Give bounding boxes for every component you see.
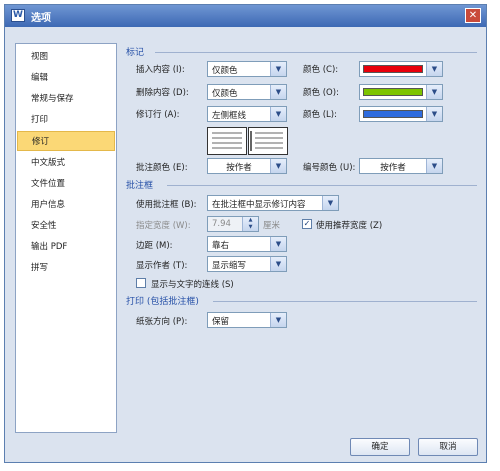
- section-divider: [213, 301, 477, 302]
- sidebar-item-export-pdf[interactable]: 输出 PDF: [17, 237, 115, 257]
- track-changes-panel: 标记 插入内容 (I): 仅颜色 ▼ 颜色 (C): ▼ 删除内容 (D): 仅…: [121, 43, 481, 433]
- delete-label: 删除内容 (D):: [136, 88, 189, 98]
- margin-value: 靠右: [212, 241, 230, 251]
- insert-color-label: 颜色 (C):: [303, 65, 339, 75]
- chevron-down-icon: ▼: [322, 196, 338, 210]
- chevron-down-icon: ▼: [426, 107, 442, 121]
- section-title-marks: 标记: [126, 48, 145, 58]
- show-author-select[interactable]: 显示缩写 ▼: [207, 256, 287, 272]
- orientation-select[interactable]: 保留 ▼: [207, 312, 287, 328]
- recommended-width-checkbox[interactable]: ✓: [302, 219, 312, 229]
- chevron-down-icon: ▼: [270, 257, 286, 271]
- color-swatch: [363, 88, 423, 96]
- sidebar-item-spelling[interactable]: 拼写: [17, 258, 115, 278]
- preview-lines: [212, 132, 242, 149]
- format-select[interactable]: 左侧框线 ▼: [207, 106, 287, 122]
- sidebar-item-user-info[interactable]: 用户信息: [17, 195, 115, 215]
- chevron-down-icon: ▼: [426, 62, 442, 76]
- chevron-down-icon: ▼: [426, 85, 442, 99]
- format-color-label: 颜色 (L):: [303, 110, 337, 120]
- chevron-down-icon: ▼: [270, 159, 286, 173]
- width-label: 指定宽度 (W):: [136, 221, 191, 231]
- sidebar-item-view[interactable]: 视图: [17, 47, 115, 67]
- color-swatch: [363, 110, 423, 118]
- recommended-width-label: 使用推荐宽度 (Z): [316, 221, 383, 231]
- sidebar-item-general-save[interactable]: 常规与保存: [17, 89, 115, 109]
- insert-label: 插入内容 (I):: [136, 65, 185, 75]
- chevron-down-icon: ▼: [270, 237, 286, 251]
- chevron-down-icon: ▼: [270, 85, 286, 99]
- show-lines-label: 显示与文字的连线 (S): [151, 280, 234, 290]
- sidebar-item-file-locations[interactable]: 文件位置: [17, 174, 115, 194]
- margin-label: 边距 (M):: [136, 241, 173, 251]
- section-title-balloons: 批注框: [126, 181, 154, 191]
- comment-color-value: 按作者: [226, 163, 252, 173]
- number-color-select[interactable]: 按作者 ▼: [359, 158, 443, 174]
- chevron-down-icon: ▼: [426, 159, 442, 173]
- number-color-value: 按作者: [380, 163, 406, 173]
- use-balloons-select[interactable]: 在批注框中显示修订内容 ▼: [207, 195, 339, 211]
- use-balloons-label: 使用批注框 (B):: [136, 200, 197, 210]
- chevron-down-icon: ▼: [270, 107, 286, 121]
- sidebar-item-security[interactable]: 安全性: [17, 216, 115, 236]
- sidebar-item-edit[interactable]: 编辑: [17, 68, 115, 88]
- preview-left-page: [207, 127, 247, 155]
- delete-select-value: 仅颜色: [212, 89, 238, 99]
- preview-right-page: [248, 127, 288, 155]
- show-author-value: 显示缩写: [212, 261, 247, 271]
- close-button[interactable]: ✕: [465, 8, 481, 23]
- sidebar-item-print[interactable]: 打印: [17, 110, 115, 130]
- chevron-down-icon: ▼: [270, 313, 286, 327]
- margin-select[interactable]: 靠右 ▼: [207, 236, 287, 252]
- width-unit-label: 厘米: [263, 221, 281, 231]
- close-icon: ✕: [468, 10, 478, 21]
- width-value: 7.94: [212, 219, 231, 229]
- show-author-label: 显示作者 (T):: [136, 261, 188, 271]
- show-lines-checkbox[interactable]: [136, 278, 146, 288]
- chevron-down-icon: ▼: [270, 62, 286, 76]
- cancel-button[interactable]: 取消: [418, 438, 478, 456]
- comment-color-label: 批注颜色 (E):: [136, 163, 188, 173]
- section-divider: [155, 52, 477, 53]
- number-color-label: 编号颜色 (U):: [303, 163, 356, 173]
- width-spinner[interactable]: 7.94 ▲ ▼: [207, 216, 259, 232]
- format-color-select[interactable]: ▼: [359, 106, 443, 122]
- format-select-value: 左侧框线: [212, 111, 247, 121]
- title-bar[interactable]: W 选项 ✕: [5, 5, 486, 27]
- checkmark-icon: ✓: [303, 219, 311, 228]
- orientation-label: 纸张方向 (P):: [136, 317, 188, 327]
- delete-select[interactable]: 仅颜色 ▼: [207, 84, 287, 100]
- sidebar: 视图 编辑 常规与保存 打印 修订 中文版式 文件位置 用户信息 安全性 输出 …: [15, 43, 117, 433]
- dialog-title: 选项: [31, 13, 51, 24]
- options-dialog: W 选项 ✕ 视图 编辑 常规与保存 打印 修订 中文版式 文件位置 用户信息 …: [4, 4, 487, 463]
- format-label: 修订行 (A):: [136, 110, 180, 120]
- delete-color-label: 颜色 (O):: [303, 88, 339, 98]
- sidebar-item-chinese-layout[interactable]: 中文版式: [17, 153, 115, 173]
- section-title-printing: 打印 (包括批注框): [126, 297, 199, 307]
- section-divider: [167, 185, 477, 186]
- spinner-arrows-icon: ▲ ▼: [242, 217, 258, 231]
- comment-color-select[interactable]: 按作者 ▼: [207, 158, 287, 174]
- wps-writer-icon: W: [11, 9, 25, 22]
- insert-select[interactable]: 仅颜色 ▼: [207, 61, 287, 77]
- preview-lines: [250, 131, 283, 151]
- insert-select-value: 仅颜色: [212, 66, 238, 76]
- insert-color-select[interactable]: ▼: [359, 61, 443, 77]
- sidebar-item-track-changes[interactable]: 修订: [17, 131, 115, 151]
- orientation-value: 保留: [212, 317, 230, 327]
- color-swatch: [363, 65, 423, 73]
- use-balloons-value: 在批注框中显示修订内容: [212, 200, 306, 210]
- ok-button[interactable]: 确定: [350, 438, 410, 456]
- delete-color-select[interactable]: ▼: [359, 84, 443, 100]
